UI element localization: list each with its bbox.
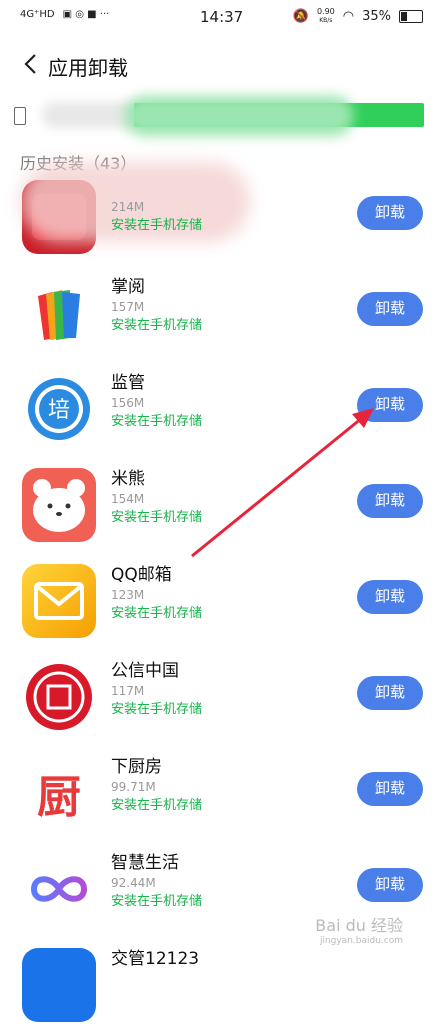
app-name: QQ邮箱 <box>111 565 172 585</box>
app-name: 交管12123 <box>111 949 200 969</box>
app-name: 公信中国 <box>111 661 179 681</box>
app-location: 安装在手机存储 <box>111 798 203 813</box>
app-icon[interactable] <box>22 948 96 1022</box>
list-item: 厨 下厨房 99.71M 安装在手机存储 卸载 <box>0 748 443 844</box>
list-item: 培 监管 156M 安装在手机存储 卸载 <box>0 364 443 460</box>
redacted-overlay <box>124 96 354 136</box>
app-size: 92.44M <box>111 876 156 890</box>
app-icon[interactable] <box>22 468 96 542</box>
status-bar: 4G⁺HD ▣ ◎ ■ ··· 14:37 🔕 0.90 KB/s ◠ 35% <box>0 0 443 36</box>
list-item: 掌阅 157M 安装在手机存储 卸载 <box>0 268 443 364</box>
clock: 14:37 <box>200 8 244 26</box>
list-item: 公信中国 117M 安装在手机存储 卸载 <box>0 652 443 748</box>
app-name: 监管 <box>111 373 145 393</box>
app-location: 安装在手机存储 <box>111 318 203 333</box>
network-indicator: 4G⁺HD <box>20 9 55 20</box>
app-name: 掌阅 <box>111 277 145 297</box>
list-item: 米熊 154M 安装在手机存储 卸载 <box>0 460 443 556</box>
app-icon[interactable] <box>22 276 96 350</box>
app-size: 117M <box>111 684 145 698</box>
phone-icon <box>14 107 26 125</box>
app-icon[interactable]: 培 <box>22 372 96 446</box>
app-location: 安装在手机存储 <box>111 218 203 233</box>
uninstall-button[interactable]: 卸载 <box>357 772 423 806</box>
wifi-icon: ◠ <box>342 9 355 24</box>
app-location: 安装在手机存储 <box>111 414 203 429</box>
app-icon[interactable] <box>22 660 96 734</box>
app-size: 156M <box>111 396 145 410</box>
app-size: 123M <box>111 588 145 602</box>
uninstall-button[interactable]: 卸载 <box>357 388 423 422</box>
app-size: 157M <box>111 300 145 314</box>
app-size: 214M <box>111 200 145 214</box>
uninstall-button[interactable]: 卸载 <box>357 292 423 326</box>
battery-icon <box>399 10 423 23</box>
list-item: 214M 安装在手机存储 卸载 <box>0 162 443 268</box>
svg-text:厨: 厨 <box>37 772 81 823</box>
uninstall-button[interactable]: 卸载 <box>357 580 423 614</box>
app-location: 安装在手机存储 <box>111 606 203 621</box>
uninstall-button[interactable]: 卸载 <box>357 868 423 902</box>
app-name: 智慧生活 <box>111 853 179 873</box>
list-item: QQ邮箱 123M 安装在手机存储 卸载 <box>0 556 443 652</box>
uninstall-button[interactable]: 卸载 <box>357 676 423 710</box>
svg-text:培: 培 <box>48 398 70 423</box>
app-size: 154M <box>111 492 145 506</box>
app-list: 214M 安装在手机存储 卸载 掌阅 157M 安装在手机存储 卸载 培 监管 … <box>0 162 443 1036</box>
app-name: 米熊 <box>111 469 145 489</box>
app-location: 安装在手机存储 <box>111 894 203 909</box>
storage-summary <box>14 96 424 136</box>
app-icon[interactable] <box>22 852 96 926</box>
app-icon[interactable] <box>22 564 96 638</box>
back-icon[interactable] <box>20 52 44 76</box>
notification-icons: ▣ ◎ ■ ··· <box>62 9 110 20</box>
app-size: 99.71M <box>111 780 156 794</box>
uninstall-button[interactable]: 卸载 <box>357 484 423 518</box>
app-header: 应用卸载 <box>0 42 443 86</box>
list-item: 交管12123 <box>0 940 443 1036</box>
app-name: 下厨房 <box>111 757 162 777</box>
page-title: 应用卸载 <box>48 56 128 80</box>
app-location: 安装在手机存储 <box>111 510 203 525</box>
app-icon[interactable]: 厨 <box>22 756 96 830</box>
net-speed: 0.90 KB/s <box>316 7 335 25</box>
mute-icon: 🔕 <box>292 9 309 24</box>
battery-percent: 35% <box>362 9 391 24</box>
app-location: 安装在手机存储 <box>111 702 203 717</box>
uninstall-button[interactable]: 卸载 <box>357 196 423 230</box>
watermark: Bai du 经验 jingyan.baidu.com <box>315 916 403 946</box>
